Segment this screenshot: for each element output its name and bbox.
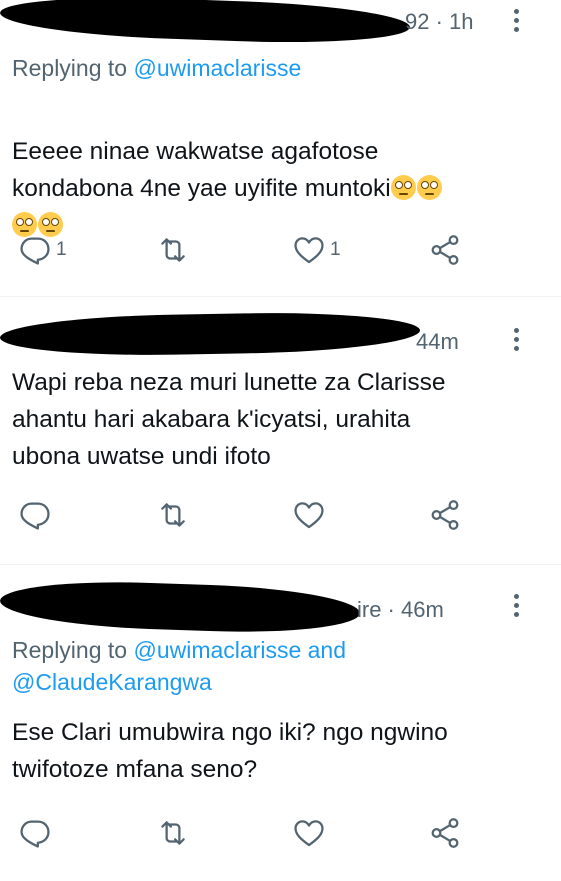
mention-link[interactable]: @uwimaclarisse <box>133 55 301 81</box>
tweet-time: 44m <box>416 329 459 354</box>
like-icon <box>292 233 326 267</box>
more-icon[interactable] <box>514 9 522 36</box>
retweet-icon <box>156 816 190 850</box>
retweet-button[interactable] <box>156 493 190 537</box>
share-icon <box>428 233 462 267</box>
redacted-author-name <box>0 577 361 637</box>
more-icon[interactable] <box>514 328 522 355</box>
mention-link[interactable]: @uwimaclarisse and <box>133 637 346 663</box>
reply-button[interactable] <box>18 493 52 537</box>
share-button[interactable] <box>428 811 462 855</box>
retweet-button[interactable] <box>156 228 190 272</box>
like-icon <box>292 816 326 850</box>
reply-button[interactable] <box>18 811 52 855</box>
redacted-author-name <box>0 310 421 358</box>
share-button[interactable] <box>428 228 462 272</box>
replying-to: Replying to @uwimaclarisse <box>12 55 302 81</box>
redacted-author-name <box>0 0 411 48</box>
tweet-actions <box>0 493 561 537</box>
tweet-2[interactable]: 44m Wapi reba neza muri lunette za Clari… <box>0 296 561 564</box>
reply-button[interactable]: 1 <box>18 228 67 272</box>
tweet-text: Wapi reba neza muri lunette za Clarisse … <box>12 369 446 470</box>
tweet-text: Ese Clari umubwira ngo iki? ngo ngwino t… <box>12 719 448 783</box>
reply-icon <box>18 233 52 267</box>
like-icon <box>292 498 326 532</box>
like-button[interactable]: 1 <box>292 228 341 272</box>
mention-link[interactable]: @ClaudeKarangwa <box>12 669 212 695</box>
reply-count: 1 <box>56 239 67 260</box>
face-with-rolling-eyes-emoji <box>390 175 416 200</box>
share-icon <box>428 816 462 850</box>
retweet-button[interactable] <box>156 811 190 855</box>
tweet-actions <box>0 811 561 855</box>
reply-icon <box>18 498 52 532</box>
retweet-icon <box>156 498 190 532</box>
tweet-text: Eeeee ninae wakwatse agafotose kondabona… <box>12 96 552 244</box>
face-with-rolling-eyes-emoji <box>416 175 442 200</box>
like-button[interactable] <box>292 493 326 537</box>
tweet-3[interactable]: ire · 46m Replying to @uwimaclarisse and… <box>0 564 561 881</box>
retweet-icon <box>156 233 190 267</box>
replying-to: Replying to @uwimaclarisse and @ClaudeKa… <box>12 637 347 695</box>
tweet-time: 92 · 1h <box>405 9 474 34</box>
tweet-time: ire · 46m <box>357 597 444 622</box>
like-button[interactable] <box>292 811 326 855</box>
more-icon[interactable] <box>514 594 522 621</box>
tweet-actions: 1 1 <box>0 228 561 272</box>
tweet-1[interactable]: 92 · 1h Replying to @uwimaclarisse Eeeee… <box>0 0 561 285</box>
reply-icon <box>18 816 52 850</box>
share-button[interactable] <box>428 493 462 537</box>
share-icon <box>428 498 462 532</box>
like-count: 1 <box>330 239 341 260</box>
